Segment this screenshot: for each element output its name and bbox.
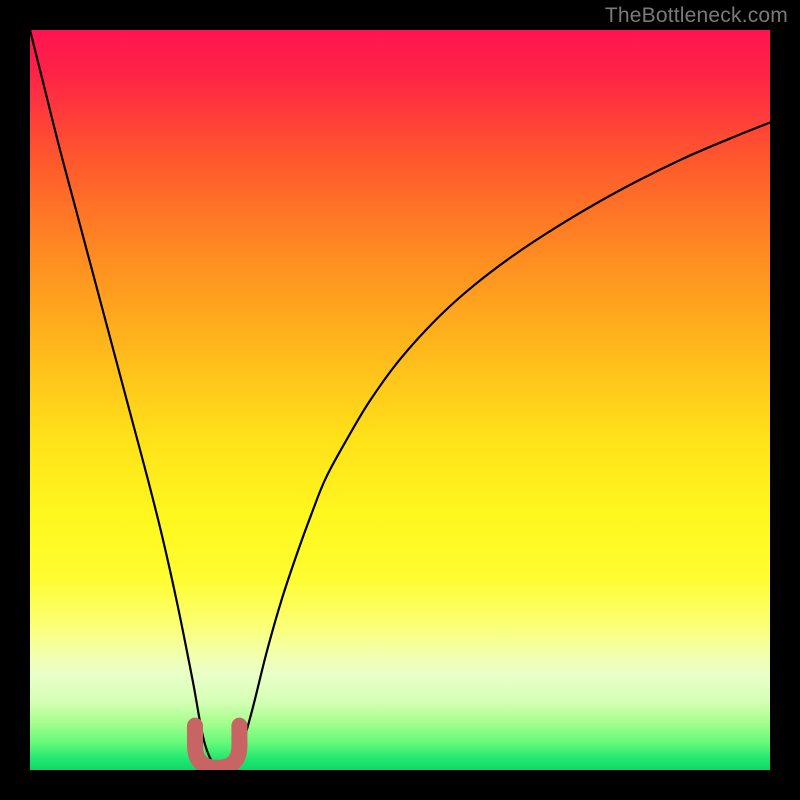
plot-area (30, 30, 770, 770)
gradient-background (30, 30, 770, 770)
chart-frame: TheBottleneck.com (0, 0, 800, 800)
watermark-text: TheBottleneck.com (605, 4, 788, 28)
chart-svg (30, 30, 770, 770)
